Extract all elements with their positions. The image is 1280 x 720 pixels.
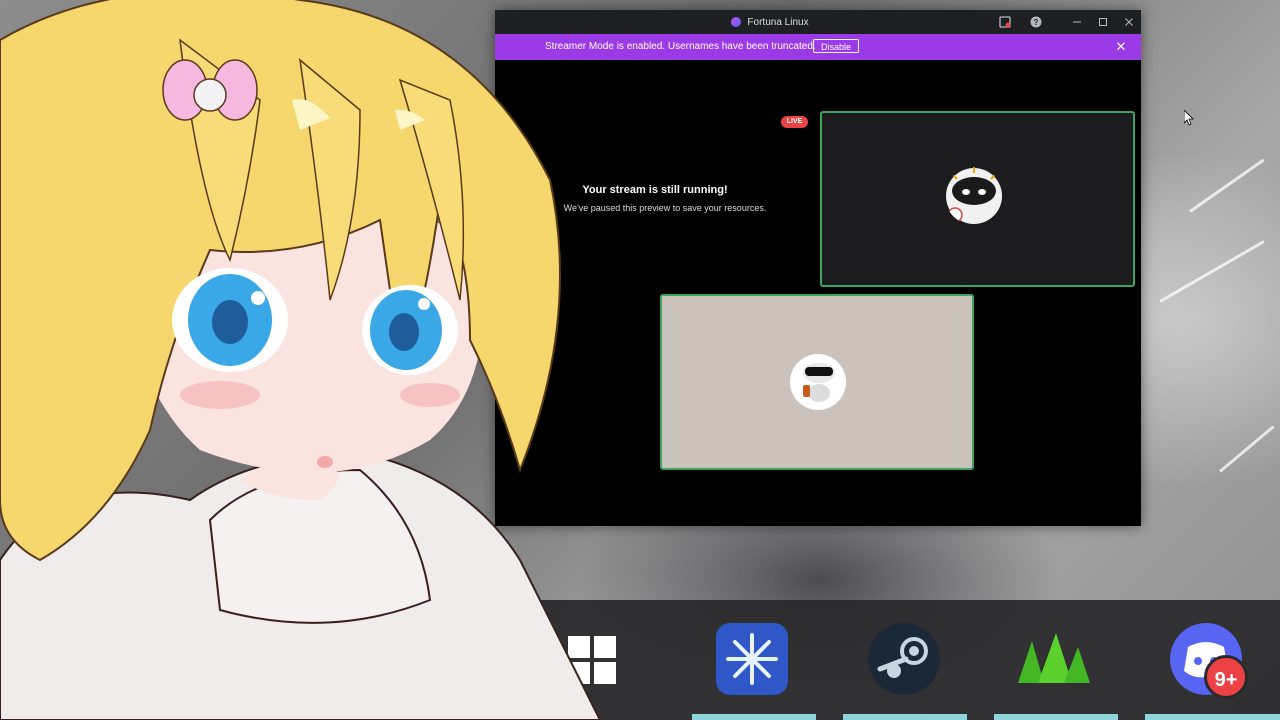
participant-tile[interactable] (660, 294, 974, 470)
wallpaper-streak (1219, 425, 1275, 473)
participant-tile[interactable] (820, 111, 1135, 287)
svg-text:?: ? (1034, 18, 1039, 27)
app-logo-icon (731, 17, 742, 27)
active-app-indicator (994, 714, 1118, 720)
discord-notification-badge: 9+ (1204, 655, 1248, 699)
live-badge: LIVE (781, 116, 808, 128)
close-icon[interactable] (1121, 14, 1137, 30)
active-app-indicator (1145, 714, 1280, 720)
participant-avatar (790, 354, 846, 410)
maximize-icon[interactable] (1095, 14, 1111, 30)
window-title: Fortuna Linux (645, 10, 895, 34)
vtuber-avatar-overlay (0, 0, 602, 720)
wallpaper-streak (1159, 240, 1265, 303)
participant-avatar (946, 167, 1002, 224)
disable-streamer-mode-button[interactable]: Disable (813, 39, 860, 53)
active-app-indicator (843, 714, 967, 720)
green-mountain-app-icon[interactable] (1018, 623, 1090, 695)
screen-record-icon[interactable] (997, 14, 1013, 30)
help-icon[interactable]: ? (1028, 14, 1044, 30)
steam-icon[interactable] (868, 623, 940, 695)
mouse-cursor-icon (1184, 110, 1194, 126)
banner-close-icon[interactable]: ✕ (1113, 39, 1129, 55)
active-app-indicator (692, 714, 816, 720)
minimize-icon[interactable] (1069, 14, 1085, 30)
snowflake-app-icon[interactable] (716, 623, 788, 695)
window-title-text: Fortuna Linux (747, 16, 809, 28)
wallpaper-streak (1189, 158, 1265, 213)
